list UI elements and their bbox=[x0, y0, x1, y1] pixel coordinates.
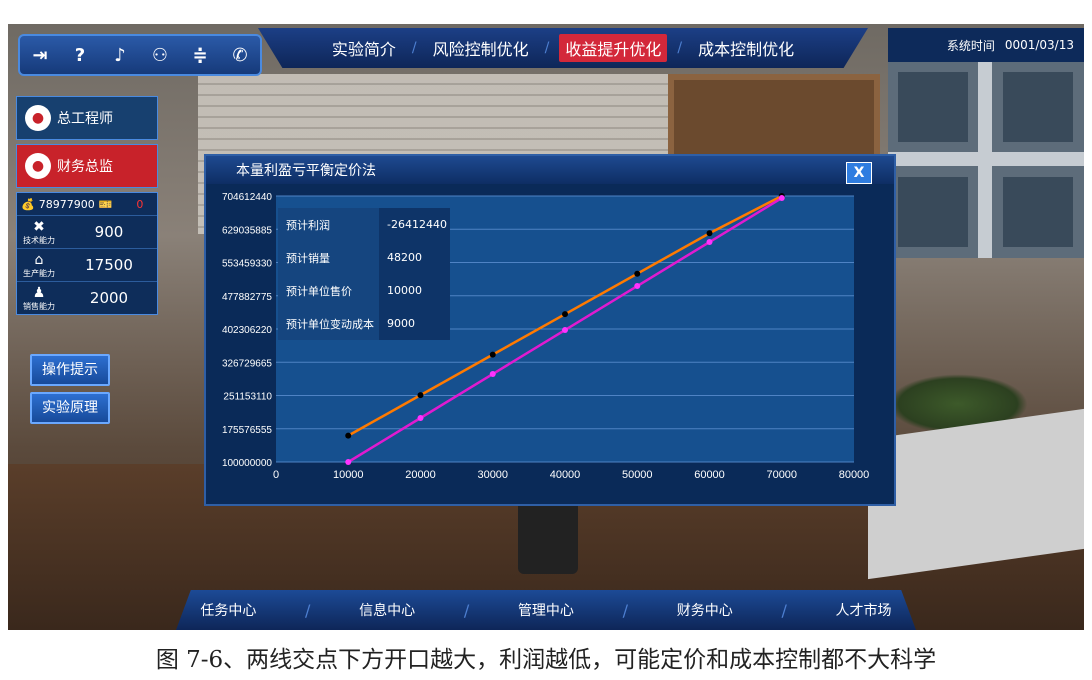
info-row: 预计单位售价 10000 bbox=[278, 274, 450, 307]
red-value: 0 bbox=[136, 197, 144, 211]
close-button[interactable]: X bbox=[846, 162, 872, 184]
nav-separator: / bbox=[677, 40, 683, 56]
x-tick-label: 50000 bbox=[622, 469, 653, 481]
top-toolbar: ⇥ ? ♪ ⚇ ≑ ✆ bbox=[18, 34, 262, 76]
minimap[interactable] bbox=[888, 62, 1084, 258]
dialog-title: 本量利盈亏平衡定价法 bbox=[206, 156, 894, 184]
y-tick-label: 175576555 bbox=[222, 425, 272, 436]
clock-label: 系统时间 bbox=[946, 38, 995, 53]
nav-talent-market[interactable]: 人才市场 bbox=[836, 600, 892, 620]
info-row: 预计利润 -26412440 bbox=[278, 208, 450, 241]
nav-management-center[interactable]: 管理中心 bbox=[518, 600, 574, 620]
stat-row-production: ⌂ 生产能力 17500 bbox=[17, 248, 157, 281]
role-label: 总工程师 bbox=[57, 111, 113, 127]
stat-value: 2000 bbox=[89, 289, 129, 307]
game-scene: ⇥ ? ♪ ⚇ ≑ ✆ 实验简介 / 风险控制优化 / 收益提升优化 / 成本控… bbox=[8, 24, 1084, 630]
y-tick-label: 326729665 bbox=[222, 358, 272, 369]
stat-label: 技术能力 bbox=[23, 235, 55, 245]
x-tick-label: 70000 bbox=[766, 469, 797, 481]
x-tick-label: 40000 bbox=[550, 469, 581, 481]
phone-icon[interactable]: ✆ bbox=[227, 45, 253, 66]
stat-label: 销售能力 bbox=[23, 301, 55, 311]
nav-separator: / bbox=[622, 600, 629, 620]
money-row: 💰 78977900 🎫 0 bbox=[17, 193, 157, 215]
chair bbox=[518, 494, 578, 574]
data-point bbox=[417, 392, 424, 399]
avatar-icon: ● bbox=[25, 105, 51, 131]
stat-label: 生产能力 bbox=[23, 268, 55, 278]
stat-row-tech: ✖ 技术能力 900 bbox=[17, 215, 157, 248]
role-cfo[interactable]: ● 财务总监 bbox=[16, 144, 158, 188]
left-panel: ● 总工程师 ● 财务总监 💰 78977900 🎫 0 ✖ 技术能力 900 ⌂… bbox=[16, 96, 158, 315]
data-point bbox=[562, 327, 568, 334]
settings-icon[interactable]: ≑ bbox=[187, 45, 213, 66]
money-value: 78977900 bbox=[38, 197, 95, 211]
y-tick-label: 100000000 bbox=[222, 458, 272, 469]
info-table: 预计利润 -26412440 预计销量 48200 预计单位售价 10000 预计单位… bbox=[278, 208, 450, 340]
money-bag-icon: 💰 bbox=[21, 197, 35, 211]
exit-icon[interactable]: ⇥ bbox=[27, 45, 53, 66]
data-point bbox=[562, 311, 568, 318]
nav-task-center[interactable]: 任务中心 bbox=[200, 600, 256, 620]
chart-dialog: 本量利盈亏平衡定价法 X 100000000 175576555 251153110… bbox=[204, 154, 896, 506]
tab-cost[interactable]: 成本控制优化 bbox=[692, 34, 800, 62]
x-tick-label: 20000 bbox=[405, 469, 436, 481]
nav-info-center[interactable]: 信息中心 bbox=[359, 600, 415, 620]
role-chief-engineer[interactable]: ● 总工程师 bbox=[16, 96, 158, 140]
tab-risk[interactable]: 风险控制优化 bbox=[427, 34, 535, 62]
nav-separator: / bbox=[544, 40, 550, 56]
factory-icon: ⌂ bbox=[34, 251, 44, 268]
nav-separator: / bbox=[305, 600, 311, 620]
y-tick-label: 704612440 bbox=[222, 192, 272, 203]
data-point bbox=[417, 415, 424, 422]
stat-row-sales: ♟ 销售能力 2000 bbox=[17, 281, 157, 314]
principle-button[interactable]: 实验原理 bbox=[30, 392, 110, 424]
nav-separator: / bbox=[463, 600, 470, 620]
x-tick-label: 10000 bbox=[333, 469, 364, 481]
y-tick-label: 553459330 bbox=[222, 259, 272, 270]
y-tick-label: 251153110 bbox=[223, 392, 272, 403]
y-tick-label: 402306220 bbox=[222, 325, 272, 336]
tools-icon: ✖ bbox=[33, 218, 45, 235]
top-nav: 实验简介 / 风险控制优化 / 收益提升优化 / 成本控制优化 bbox=[258, 28, 868, 68]
nav-separator: / bbox=[411, 40, 417, 56]
nav-finance-center[interactable]: 财务中心 bbox=[677, 600, 733, 620]
stat-value: 17500 bbox=[85, 256, 133, 274]
nav-separator: / bbox=[781, 600, 787, 620]
role-label: 财务总监 bbox=[57, 159, 113, 175]
user-icon[interactable]: ⚇ bbox=[147, 45, 173, 66]
tab-revenue[interactable]: 收益提升优化 bbox=[559, 34, 668, 62]
tips-button[interactable]: 操作提示 bbox=[30, 354, 110, 386]
music-icon[interactable]: ♪ bbox=[107, 45, 133, 66]
clock-value: 0001/03/13 bbox=[1004, 38, 1074, 52]
data-point bbox=[706, 239, 713, 246]
data-point bbox=[489, 371, 496, 378]
data-point bbox=[489, 351, 496, 358]
tab-intro[interactable]: 实验简介 bbox=[326, 34, 402, 62]
data-point bbox=[345, 459, 352, 465]
stat-value: 900 bbox=[94, 223, 124, 241]
bottom-nav: 任务中心 / 信息中心 / 管理中心 / 财务中心 / 人才市场 bbox=[176, 590, 916, 630]
data-point bbox=[634, 270, 641, 277]
y-tick-label: 477882775 bbox=[222, 292, 272, 303]
x-tick-label: 60000 bbox=[694, 469, 725, 481]
x-tick-label: 80000 bbox=[839, 469, 870, 481]
data-point bbox=[634, 283, 641, 290]
y-tick-label: 629035885 bbox=[222, 225, 272, 236]
help-icon[interactable]: ? bbox=[67, 45, 93, 66]
ticket-icon: 🎫 bbox=[98, 197, 113, 211]
info-row: 预计单位变动成本 9000 bbox=[278, 307, 450, 340]
data-point bbox=[345, 432, 352, 439]
x-tick-label: 0 bbox=[273, 469, 279, 481]
figure-caption: 图 7-6、两线交点下方开口越大，利润越低，可能定价和成本控制都不大科学 bbox=[155, 647, 937, 673]
info-row: 预计销量 48200 bbox=[278, 241, 450, 274]
system-clock: 系统时间 0001/03/13 bbox=[888, 28, 1084, 62]
x-tick-label: 30000 bbox=[477, 469, 508, 481]
avatar-icon: ● bbox=[25, 153, 51, 179]
sales-icon: ♟ bbox=[32, 284, 46, 301]
data-point bbox=[778, 195, 785, 202]
data-point bbox=[706, 230, 713, 237]
stats-panel: 💰 78977900 🎫 0 ✖ 技术能力 900 ⌂ 生产能力 17500 ♟ 销售… bbox=[16, 192, 158, 315]
